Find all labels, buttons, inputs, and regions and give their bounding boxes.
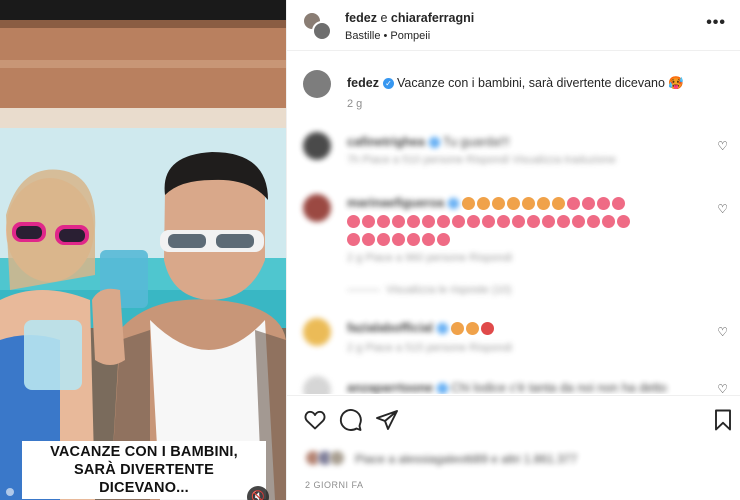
avatar[interactable] xyxy=(303,318,331,346)
list-item: cafinetrighea ✓ Tu guarda!!! 7h Piace a 51… xyxy=(303,130,728,170)
avatar[interactable] xyxy=(303,194,331,222)
post-authors: fedez e chiaraferragni xyxy=(345,11,474,25)
like-comment-icon[interactable]: ♡ xyxy=(717,202,728,216)
post-media[interactable]: VACANZE CON I BAMBINI, SARÀ DIVERTENTE D… xyxy=(0,0,286,500)
caption-text-block: fedez ✓ Vacanze con i bambini, sarà divert… xyxy=(347,74,700,92)
comment-meta: 7h Piace a 510 persone Rispondi Visualiz… xyxy=(347,154,616,166)
video-text-overlay: VACANZE CON I BAMBINI, SARÀ DIVERTENTE D… xyxy=(22,441,266,499)
share-paper-plane-icon[interactable] xyxy=(375,408,399,432)
overlay-line-2: SARÀ DIVERTENTE DICEVANO... xyxy=(74,462,214,496)
comment-username[interactable]: anzaparrtoone xyxy=(347,381,433,394)
verified-badge-icon: ✓ xyxy=(382,78,394,89)
view-replies-link[interactable]: ——— Visualizza le risposte (10) xyxy=(347,284,511,296)
comment-text: Tu guarda!!! xyxy=(442,135,510,149)
like-heart-icon[interactable] xyxy=(303,408,327,432)
like-comment-icon[interactable]: ♡ xyxy=(717,325,728,339)
avatar xyxy=(329,450,345,466)
location-link[interactable]: Bastille • Pompeii xyxy=(345,30,430,42)
avatar xyxy=(312,21,332,41)
caption-text: Vacanze con i bambini, sarà divertente d… xyxy=(396,76,684,90)
list-item: anzaparrtoone ✓ Chi lodice c'è tanta da no… xyxy=(303,376,728,394)
list-item: fazialabofficial ✓ 2 g Piace a 515 person… xyxy=(303,316,728,358)
comments-list[interactable]: fedez ✓ Vacanze con i bambini, sarà divert… xyxy=(287,52,740,394)
comment-username[interactable]: fazialabofficial xyxy=(347,321,433,335)
post-actions-bar: Piace a alessiagaleotti89 e altri 1.861.… xyxy=(287,395,740,500)
post-header: fedez e chiaraferragni Bastille • Pompei… xyxy=(287,0,740,51)
comment-body: anzaparrtoone ✓ Chi lodice c'è tanta da no… xyxy=(347,379,700,394)
verified-badge-icon: ✓ xyxy=(437,323,449,334)
collab-avatars[interactable] xyxy=(302,11,332,41)
like-comment-icon[interactable]: ♡ xyxy=(717,382,728,394)
more-options-icon[interactable]: ••• xyxy=(706,14,726,32)
verified-badge-icon: ✓ xyxy=(428,137,440,148)
verified-badge-icon: ✓ xyxy=(437,383,449,394)
likes-summary[interactable]: Piace a alessiagaleotti89 e altri 1.861.… xyxy=(305,448,680,468)
view-replies-label[interactable]: Visualizza le risposte (10) xyxy=(386,284,511,296)
post-date: 2 GIORNI FA xyxy=(305,480,364,490)
likes-text[interactable]: Piace a alessiagaleotti89 e altri 1.861.… xyxy=(355,452,577,466)
comment-meta: 2 g Piace a 960 persone Rispondi xyxy=(347,252,513,264)
avatar[interactable] xyxy=(303,132,331,160)
comment-username[interactable]: marinaefigueroa xyxy=(347,196,444,210)
post-caption: fedez ✓ Vacanze con i bambini, sarà divert… xyxy=(303,70,728,116)
verified-badge-icon: ✓ xyxy=(448,198,460,209)
post-side-panel: fedez e chiaraferragni Bastille • Pompei… xyxy=(286,0,740,500)
author-link-fedez[interactable]: fedez xyxy=(345,11,377,25)
author-conjunction: e xyxy=(380,11,388,25)
comment-bubble-icon[interactable] xyxy=(339,408,363,432)
caption-username[interactable]: fedez xyxy=(347,76,379,90)
comment-username[interactable]: cafinetrighea xyxy=(347,135,425,149)
avatar[interactable] xyxy=(303,376,331,394)
comment-meta: 2 g Piace a 515 persone Rispondi xyxy=(347,342,513,354)
tagged-people-icon[interactable] xyxy=(6,488,14,496)
comment-body: marinaefigueroa ✓ xyxy=(347,194,700,248)
comment-text: Chi lodice c'è tanta da noi non ha detto xyxy=(451,381,667,394)
comment-body: fazialabofficial ✓ xyxy=(347,319,700,337)
author-link-chiaraferragni[interactable]: chiaraferragni xyxy=(391,11,474,25)
save-bookmark-icon[interactable] xyxy=(711,408,735,432)
post-video-frame xyxy=(0,0,286,500)
list-item: marinaefigueroa ✓ 2 g Piace a 960 persone… xyxy=(303,192,728,302)
comment-body: cafinetrighea ✓ Tu guarda!!! xyxy=(347,133,700,151)
avatar[interactable] xyxy=(303,70,331,98)
like-comment-icon[interactable]: ♡ xyxy=(717,139,728,153)
overlay-line-1: VACANZE CON I BAMBINI, xyxy=(50,444,238,460)
caption-time: 2 g xyxy=(347,98,363,110)
